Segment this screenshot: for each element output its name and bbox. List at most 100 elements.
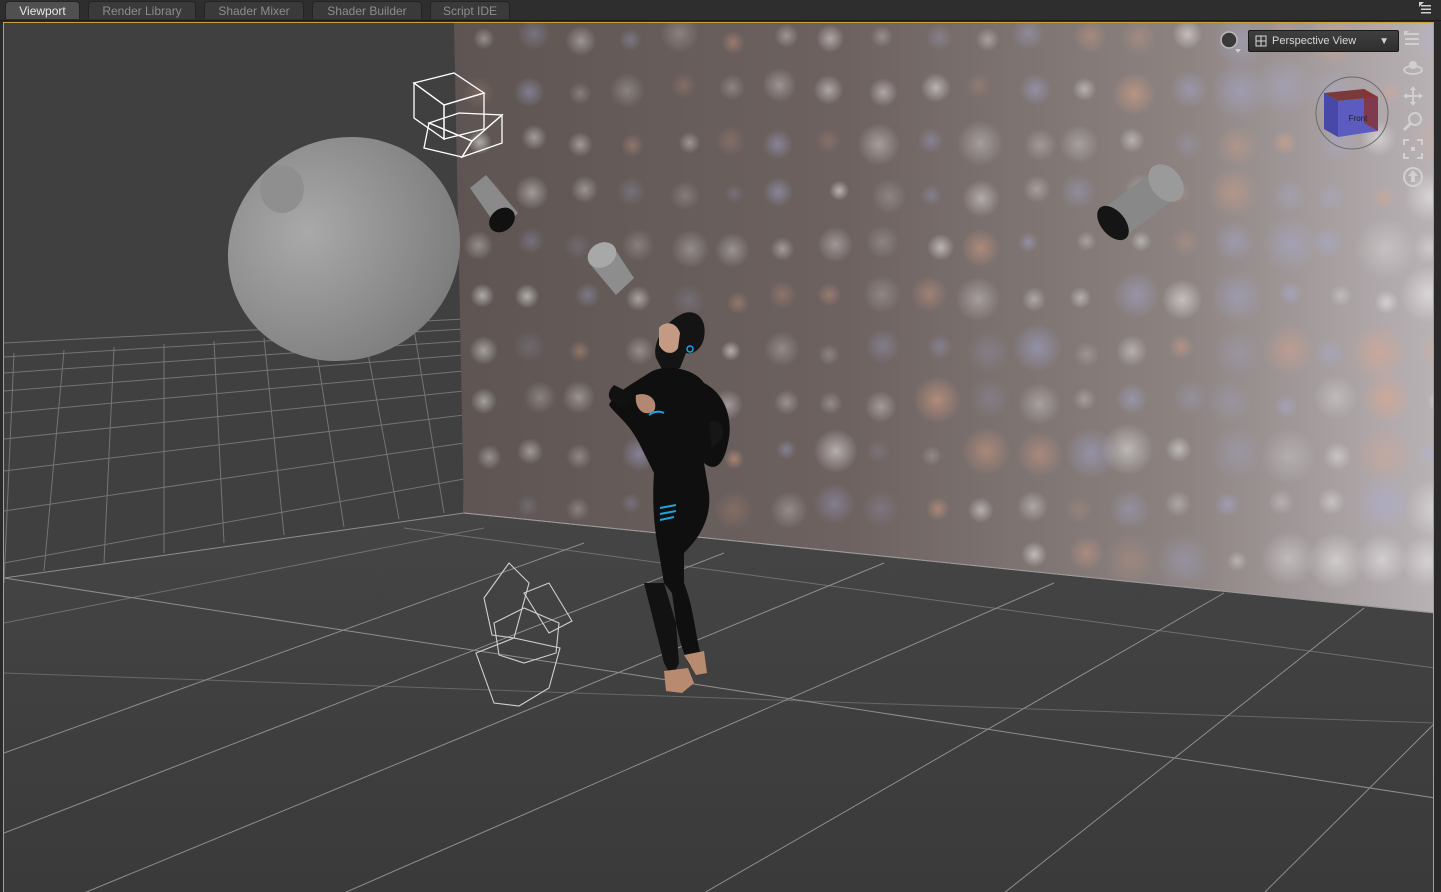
bokeh-dot bbox=[1210, 270, 1264, 324]
camera-view-icon bbox=[1255, 35, 1267, 47]
zoom-icon[interactable] bbox=[1401, 110, 1425, 134]
bokeh-dot bbox=[570, 175, 599, 204]
bokeh-dot bbox=[1059, 124, 1099, 164]
bokeh-dot bbox=[476, 444, 502, 470]
bokeh-dot bbox=[1130, 230, 1152, 252]
bokeh-dot bbox=[1016, 490, 1049, 523]
bokeh-dot bbox=[1259, 428, 1317, 485]
bokeh-dot bbox=[720, 340, 741, 361]
bokeh-dot bbox=[1214, 491, 1241, 518]
bokeh-dot bbox=[1023, 128, 1057, 162]
bokeh-dot bbox=[961, 228, 1000, 268]
view-cube-navigator[interactable]: Front bbox=[1314, 75, 1390, 151]
bokeh-dot bbox=[621, 228, 655, 262]
viewport-canvas[interactable]: Perspective View ▼ Front bbox=[3, 22, 1434, 892]
bokeh-dot bbox=[469, 335, 499, 365]
bokeh-dot bbox=[473, 27, 495, 50]
view-cube-front-label: Front bbox=[1349, 114, 1368, 123]
bokeh-dot bbox=[523, 380, 557, 414]
bokeh-dot bbox=[470, 283, 495, 308]
bokeh-dot bbox=[568, 340, 591, 363]
bokeh-dot bbox=[1112, 72, 1156, 116]
tab-shader-mixer[interactable]: Shader Mixer bbox=[204, 1, 304, 19]
tab-render-library[interactable]: Render Library bbox=[88, 1, 196, 19]
bokeh-dot bbox=[955, 276, 1001, 322]
bokeh-dot bbox=[1112, 271, 1160, 319]
bokeh-dot bbox=[1272, 130, 1298, 156]
tab-script-ide[interactable]: Script IDE bbox=[430, 1, 510, 19]
bokeh-dot bbox=[718, 74, 746, 101]
bokeh-dot bbox=[1226, 550, 1248, 572]
bokeh-dot bbox=[815, 128, 842, 154]
bokeh-dot bbox=[1317, 487, 1346, 516]
bokeh-dot bbox=[1116, 383, 1148, 415]
reset-view-icon[interactable] bbox=[1401, 165, 1425, 189]
bokeh-dot bbox=[1374, 290, 1399, 315]
bokeh-dot bbox=[975, 27, 1000, 52]
pane-menu-icon[interactable] bbox=[1419, 2, 1433, 16]
bokeh-dot bbox=[1213, 220, 1255, 263]
bokeh-dot bbox=[1267, 489, 1295, 516]
bokeh-dot bbox=[1072, 387, 1097, 411]
chevron-down-icon: ▼ bbox=[1379, 36, 1389, 47]
bokeh-dot bbox=[625, 285, 652, 312]
bokeh-dot bbox=[1172, 379, 1209, 415]
bokeh-dot bbox=[926, 24, 953, 52]
bokeh-dot bbox=[829, 180, 850, 201]
bokeh-dot bbox=[866, 439, 890, 464]
frame-selection-icon[interactable] bbox=[1401, 137, 1425, 161]
tab-viewport-label: Viewport bbox=[19, 4, 66, 18]
bokeh-dot bbox=[966, 330, 1011, 375]
bokeh-dot bbox=[921, 445, 943, 467]
tab-render-library-label: Render Library bbox=[102, 4, 182, 18]
bokeh-dot bbox=[1310, 225, 1344, 259]
bokeh-dot bbox=[1155, 533, 1212, 589]
render-preview-sphere-icon[interactable] bbox=[1218, 30, 1242, 54]
bokeh-dot bbox=[864, 390, 897, 423]
bokeh-dot bbox=[813, 482, 856, 525]
bokeh-dot bbox=[817, 282, 842, 307]
bokeh-dot bbox=[813, 74, 844, 105]
daz-viewport-app: Viewport Render Library Shader Mixer Sha… bbox=[0, 0, 1441, 892]
tab-script-ide-label: Script IDE bbox=[442, 4, 497, 18]
bokeh-dot bbox=[1073, 341, 1100, 368]
bokeh-dot bbox=[763, 177, 794, 208]
bokeh-dot bbox=[925, 496, 950, 521]
bokeh-dot bbox=[1278, 281, 1303, 305]
camera-view-dropdown[interactable]: Perspective View ▼ bbox=[1248, 30, 1399, 52]
bokeh-dot bbox=[1170, 70, 1209, 109]
bokeh-dot bbox=[911, 275, 948, 313]
bokeh-dot bbox=[770, 491, 808, 529]
viewport-options-menu-icon[interactable] bbox=[1401, 28, 1425, 52]
bokeh-dot bbox=[871, 178, 907, 215]
bokeh-dot bbox=[723, 448, 745, 470]
bokeh-dot bbox=[621, 493, 642, 514]
bokeh-dot bbox=[1069, 286, 1092, 309]
bokeh-dot bbox=[861, 489, 900, 528]
bokeh-dot bbox=[1016, 431, 1064, 478]
bokeh-dot bbox=[1119, 127, 1145, 153]
bokeh-dot bbox=[566, 443, 592, 470]
bokeh-dot bbox=[609, 72, 645, 108]
bokeh-dot bbox=[762, 129, 794, 160]
bokeh-dot bbox=[1021, 541, 1048, 568]
bokeh-dot bbox=[773, 389, 800, 416]
bokeh-dot bbox=[1023, 175, 1051, 204]
bokeh-dot bbox=[1021, 287, 1047, 312]
bokeh-dot bbox=[715, 125, 746, 157]
bokeh-dot bbox=[1371, 185, 1396, 210]
tab-viewport[interactable]: Viewport bbox=[5, 1, 80, 19]
bokeh-dot bbox=[565, 497, 590, 522]
pan-icon[interactable] bbox=[1401, 84, 1425, 108]
bokeh-dot bbox=[1263, 324, 1315, 377]
tab-shader-builder[interactable]: Shader Builder bbox=[312, 1, 422, 19]
bokeh-dot bbox=[671, 229, 710, 269]
bokeh-dot bbox=[1101, 423, 1154, 476]
bokeh-dot bbox=[1322, 441, 1352, 471]
bokeh-dot bbox=[927, 233, 955, 261]
bokeh-dot bbox=[1161, 279, 1203, 321]
bokeh-dot bbox=[1168, 334, 1194, 360]
bokeh-dot bbox=[1065, 496, 1093, 524]
bokeh-dot bbox=[1019, 73, 1052, 106]
orbit-icon[interactable] bbox=[1401, 56, 1425, 80]
